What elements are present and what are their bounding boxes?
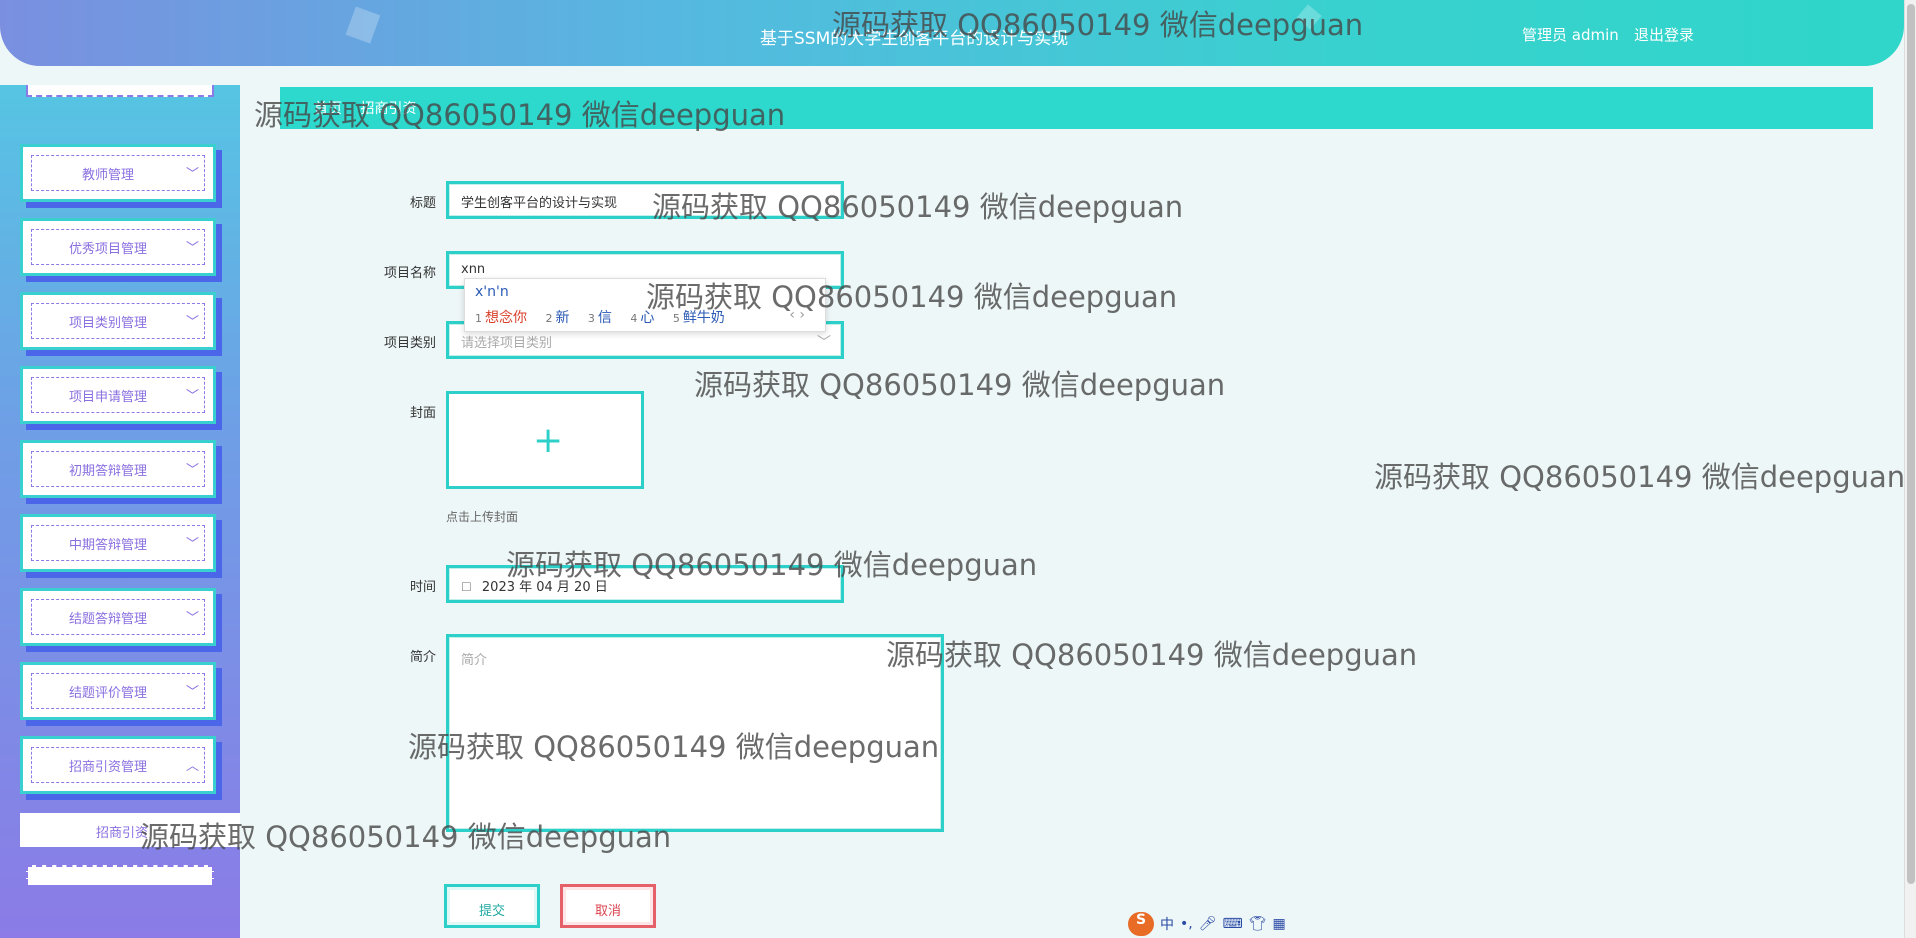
ime-candidate-row: 1 想念你 2新 3信 4心 5 鲜牛奶	[475, 307, 739, 327]
breadcrumb-current: 招商引资	[360, 101, 417, 117]
cover-upload-hint: 点击上传封面	[446, 510, 519, 524]
sidebar-item-label: 结题评价管理	[68, 686, 147, 701]
sidebar-item-project-application[interactable]: 项目申请管理 ﹀	[20, 366, 216, 424]
cover-upload-box[interactable]: +	[446, 391, 644, 489]
header-decoration	[345, 6, 381, 44]
top-header: 基于SSM的大学生创客平台的设计与实现 管理员 admin 退出登录	[0, 0, 1904, 66]
chevron-down-icon: ﹀	[185, 611, 199, 626]
project-name-label: 项目名称	[383, 266, 436, 281]
sidebar-item-label: 项目申请管理	[68, 390, 147, 405]
ime-mode-toggle[interactable]: 中	[1160, 914, 1174, 934]
ime-candidate[interactable]: 2新	[545, 310, 569, 326]
microphone-icon[interactable]: 🎤︎	[1199, 916, 1217, 932]
breadcrumb: 首页 招商引资	[280, 87, 1873, 129]
title-value: 学生创客平台的设计与实现	[461, 196, 618, 211]
sidebar-item-label: 优秀项目管理	[68, 242, 147, 257]
watermark: 源码获取 QQ86050149 微信deepguan	[1374, 460, 1906, 494]
date-value: 2023 年 04 月 20 日	[481, 580, 608, 595]
sidebar-item-investment[interactable]: 招商引资管理 ︿	[20, 736, 216, 794]
chevron-down-icon: ﹀	[185, 315, 199, 330]
sidebar-item-final-defense[interactable]: 结题答辩管理 ﹀	[20, 588, 216, 646]
project-name-value: xnn	[461, 262, 486, 277]
keyboard-icon[interactable]: ⌨	[1223, 916, 1243, 932]
ime-composition: x'n'n	[475, 284, 509, 300]
plus-icon: +	[533, 420, 564, 461]
chevron-down-icon: ﹀	[185, 241, 199, 256]
sidebar-item-teacher[interactable]: 教师管理 ﹀	[20, 144, 216, 202]
sidebar-item-project-category[interactable]: 项目类别管理 ﹀	[20, 292, 216, 350]
logout-link[interactable]: 退出登录	[1634, 24, 1694, 45]
date-input[interactable]: ☐ 2023 年 04 月 20 日	[446, 565, 844, 603]
chevron-down-icon: ﹀	[185, 167, 199, 182]
intro-placeholder: 简介	[461, 653, 488, 668]
intro-textarea[interactable]: 简介	[446, 634, 944, 832]
cover-label: 封面	[409, 406, 436, 421]
ime-candidate[interactable]: 1 想念你	[475, 310, 527, 326]
title-label: 标题	[409, 196, 436, 211]
chevron-down-icon: ﹀	[185, 463, 199, 478]
ime-candidate-popup: x'n'n 1 想念你 2新 3信 4心 5 鲜牛奶 ‹ ›	[464, 278, 826, 332]
site-title: 基于SSM的大学生创客平台的设计与实现	[760, 29, 1069, 49]
sidebar-item-label: 招商引资管理	[68, 760, 147, 775]
chevron-down-icon: ﹀	[817, 335, 831, 351]
sidebar-item-excellent-projects[interactable]: 优秀项目管理 ﹀	[20, 218, 216, 276]
chevron-down-icon: ﹀	[185, 537, 199, 552]
cancel-button[interactable]: 取消	[560, 884, 656, 928]
ime-toolbar: S 中 •, 🎤︎ ⌨ 👕︎ ▦	[1128, 912, 1286, 936]
sidebar-item-label: 中期答辩管理	[68, 538, 147, 553]
sidebar-item-partial[interactable]	[26, 85, 214, 97]
ime-candidate[interactable]: 5 鲜牛奶	[673, 310, 725, 326]
chevron-down-icon: ﹀	[185, 389, 199, 404]
admin-label: 管理员 admin	[1522, 26, 1619, 44]
sidebar: 教师管理 ﹀ 优秀项目管理 ﹀ 项目类别管理 ﹀ 项目申请管理 ﹀ 初期答辩管理…	[0, 85, 240, 938]
sidebar-item-label: 初期答辩管理	[68, 464, 147, 479]
sidebar-item-final-evaluation[interactable]: 结题评价管理 ﹀	[20, 662, 216, 720]
page-scrollbar[interactable]	[1904, 0, 1916, 938]
watermark: 源码获取 QQ86050149 微信deepguan	[886, 638, 1418, 672]
title-input[interactable]: 学生创客平台的设计与实现	[446, 181, 844, 219]
sidebar-item-initial-defense[interactable]: 初期答辩管理 ﹀	[20, 440, 216, 498]
watermark: 源码获取 QQ86050149 微信deepguan	[694, 368, 1226, 402]
time-label: 时间	[409, 580, 436, 595]
ime-candidate[interactable]: 3信	[588, 310, 612, 326]
intro-label: 简介	[409, 650, 436, 665]
sidebar-item-midterm-defense[interactable]: 中期答辩管理 ﹀	[20, 514, 216, 572]
chevron-up-icon: ︿	[185, 759, 199, 774]
punctuation-icon[interactable]: •,	[1180, 916, 1193, 932]
apps-grid-icon[interactable]: ▦	[1273, 916, 1286, 932]
chevron-down-icon: ﹀	[185, 685, 199, 700]
category-label: 项目类别	[383, 336, 436, 351]
sidebar-item-label: 项目类别管理	[68, 316, 147, 331]
scrollbar-thumb[interactable]	[1907, 4, 1915, 884]
category-placeholder: 请选择项目类别	[461, 336, 553, 351]
sidebar-item-label: 教师管理	[81, 168, 134, 183]
ime-candidate[interactable]: 4心	[630, 310, 654, 326]
sidebar-subitem-investment[interactable]: 招商引资	[20, 813, 240, 847]
sidebar-item-label: 结题答辩管理	[68, 612, 147, 627]
submit-button[interactable]: 提交	[444, 884, 540, 928]
header-decoration	[1296, 4, 1322, 30]
breadcrumb-home[interactable]: 首页	[314, 101, 342, 117]
calendar-icon: ☐	[461, 580, 472, 594]
sidebar-item-partial[interactable]	[26, 865, 214, 885]
ime-page-nav[interactable]: ‹ ›	[789, 307, 805, 323]
skin-icon[interactable]: 👕︎	[1249, 916, 1267, 932]
ime-logo-icon[interactable]: S	[1128, 912, 1154, 936]
